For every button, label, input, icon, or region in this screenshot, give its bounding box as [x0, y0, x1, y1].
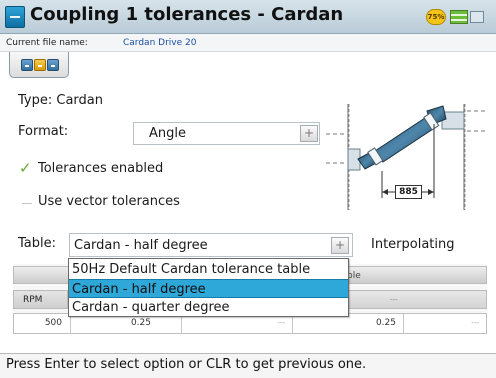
left-view-icon[interactable] [21, 59, 33, 71]
coupling-type: Type: Cardan [18, 93, 103, 108]
table-select-value: Cardan - half degree [74, 238, 208, 253]
format-label: Format: [18, 124, 69, 139]
device-status-icon [470, 11, 484, 23]
tolerances-enabled-label: Tolerances enabled [38, 161, 164, 176]
tool-tab[interactable] [9, 52, 69, 78]
dropdown-option[interactable]: 50Hz Default Cardan tolerance table [69, 260, 348, 279]
title-bar: Coupling 1 tolerances - Cardan 75% [0, 0, 496, 34]
interpolating-label: Interpolating [371, 237, 455, 252]
distance-value: 885 [395, 185, 422, 199]
screen-icon [5, 6, 25, 28]
rpm-cell[interactable]: 500 [14, 314, 69, 333]
table-select[interactable]: Cardan - half degree + [69, 233, 353, 257]
file-info-bar: Current file name: Cardan Drive 20 [0, 34, 496, 52]
tolerance-value: 0.25 [375, 318, 396, 328]
check-icon: ✓ [19, 159, 32, 177]
right-view-icon[interactable] [47, 59, 59, 71]
file-name: Cardan Drive 20 [123, 38, 197, 48]
tolerance-placeholder: --- [471, 319, 479, 327]
expand-plus-icon[interactable]: + [331, 237, 349, 254]
table-label: Table: [18, 236, 56, 251]
file-label: Current file name: [6, 38, 88, 48]
tolerance-cell[interactable]: --- [403, 314, 486, 333]
status-message: Press Enter to select option or CLR to g… [6, 357, 367, 372]
battery-level-badge: 75% [426, 9, 446, 25]
current-view-icon[interactable] [34, 59, 46, 71]
status-bar: Press Enter to select option or CLR to g… [0, 353, 496, 378]
cardan-coupling-diagram: 885 [324, 94, 488, 212]
tolerance-table-dropdown[interactable]: 50Hz Default Cardan tolerance table Card… [68, 258, 349, 317]
rpm-column-header: RPM [13, 290, 68, 309]
empty-checkbox-icon [22, 203, 32, 204]
expand-plus-icon[interactable]: + [300, 125, 318, 142]
battery-icon [450, 10, 468, 24]
format-select[interactable]: Angle + [133, 122, 320, 145]
dropdown-option-selected[interactable]: Cardan - half degree [69, 279, 348, 298]
window-title: Coupling 1 tolerances - Cardan [30, 4, 344, 25]
dropdown-option[interactable]: Cardan - quarter degree [69, 298, 348, 316]
format-value: Angle [149, 126, 186, 141]
table-header-partial: ble [347, 271, 361, 281]
vector-tolerances-label: Use vector tolerances [38, 194, 180, 209]
column-placeholder: --- [390, 296, 398, 304]
status-icons: 75% [426, 7, 486, 27]
